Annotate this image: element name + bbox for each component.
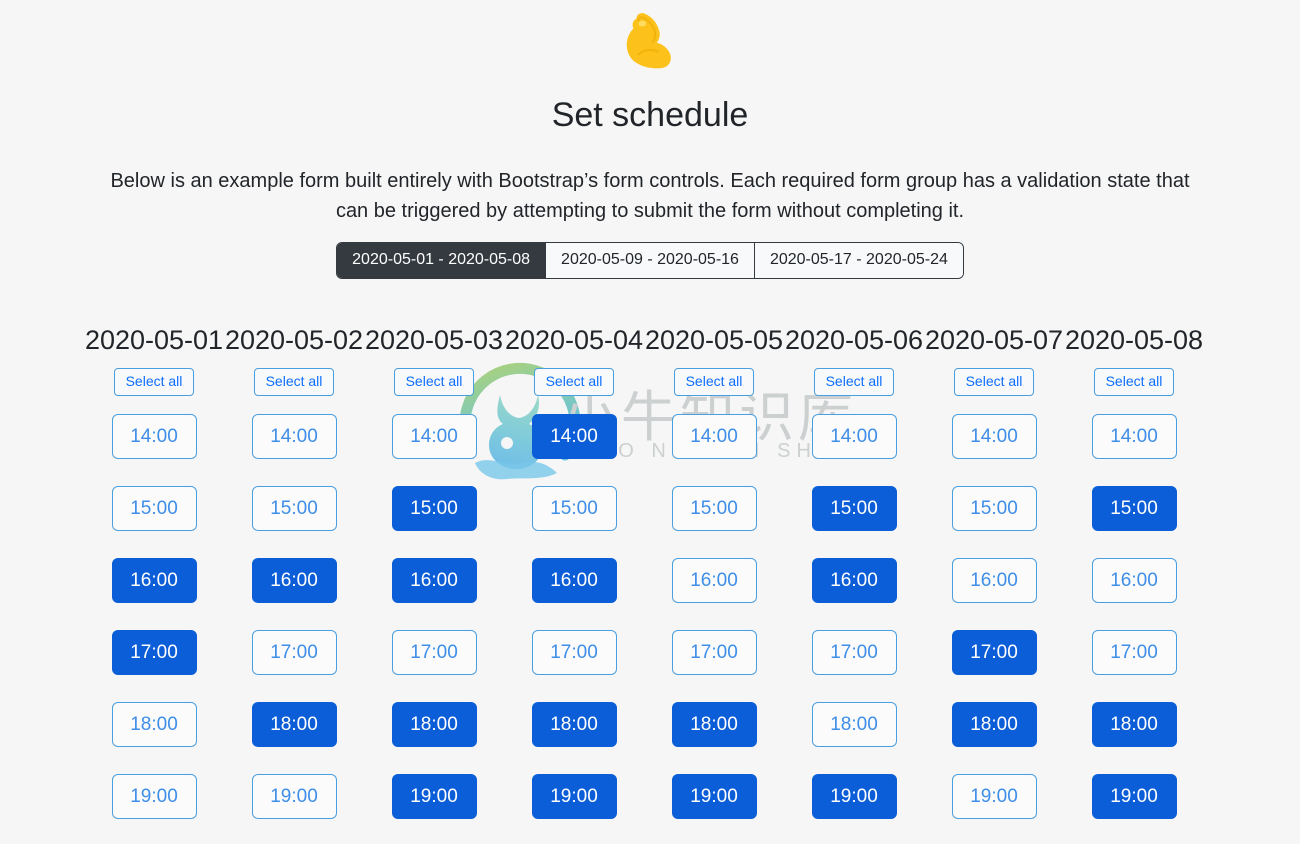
time-slot-button[interactable]: 18:00 [1091, 702, 1177, 747]
time-slot-button[interactable]: 15:00 [251, 486, 337, 531]
day-date-label: 2020-05-02 [224, 325, 364, 355]
time-slot-button[interactable]: 19:00 [1091, 774, 1177, 819]
time-slot-button[interactable]: 14:00 [391, 414, 477, 459]
time-slot-button[interactable]: 19:00 [111, 774, 197, 819]
tab-date-range-2[interactable]: 2020-05-09 - 2020-05-16 [546, 243, 755, 278]
time-slot-button[interactable]: 15:00 [111, 486, 197, 531]
time-slot-button[interactable]: 18:00 [531, 702, 617, 747]
time-slot-button[interactable]: 16:00 [251, 558, 337, 603]
date-range-tabs: 2020-05-01 - 2020-05-08 2020-05-09 - 2020… [0, 243, 1300, 278]
time-slot-button[interactable]: 17:00 [251, 630, 337, 675]
time-slot-button[interactable]: 17:00 [1091, 630, 1177, 675]
day-column: 2020-05-07 Select all 14:00 15:00 16:00 17:00… [924, 322, 1064, 844]
day-column: 2020-05-04 Select all 14:00 15:00 16:00 17:00… [504, 322, 644, 844]
time-slot-button[interactable]: 16:00 [951, 558, 1037, 603]
select-all-button[interactable]: Select all [953, 368, 1035, 396]
time-slot-button[interactable]: 17:00 [531, 630, 617, 675]
time-slot-button[interactable]: 18:00 [811, 702, 897, 747]
time-slot-button[interactable]: 17:00 [111, 630, 197, 675]
day-column: 2020-05-03 Select all 14:00 15:00 16:00 17:00… [364, 322, 504, 844]
time-slot-button[interactable]: 15:00 [811, 486, 897, 531]
day-column: 2020-05-02 Select all 14:00 15:00 16:00 17:00… [224, 322, 364, 844]
time-slot-button[interactable]: 17:00 [951, 630, 1037, 675]
select-all-button[interactable]: Select all [253, 368, 335, 396]
time-slot-button[interactable]: 16:00 [391, 558, 477, 603]
day-date-label: 2020-05-05 [644, 325, 784, 355]
day-date-label: 2020-05-03 [364, 325, 504, 355]
time-slot-button[interactable]: 16:00 [671, 558, 757, 603]
select-all-button[interactable]: Select all [1093, 368, 1175, 396]
time-slot-button[interactable]: 15:00 [531, 486, 617, 531]
time-slot-button[interactable]: 15:00 [391, 486, 477, 531]
tab-date-range-3[interactable]: 2020-05-17 - 2020-05-24 [754, 243, 963, 278]
tab-group: 2020-05-01 - 2020-05-08 2020-05-09 - 2020… [337, 243, 963, 278]
time-slot-button[interactable]: 14:00 [951, 414, 1037, 459]
select-all-button[interactable]: Select all [393, 368, 475, 396]
time-slot-button[interactable]: 14:00 [111, 414, 197, 459]
time-slot-button[interactable]: 14:00 [1091, 414, 1177, 459]
day-column: 2020-05-06 Select all 14:00 15:00 16:00 17:00… [784, 322, 924, 844]
time-slot-button[interactable]: 15:00 [1091, 486, 1177, 531]
time-slot-button[interactable]: 16:00 [531, 558, 617, 603]
day-date-label: 2020-05-06 [784, 325, 924, 355]
select-all-button[interactable]: Select all [673, 368, 755, 396]
time-slot-button[interactable]: 19:00 [531, 774, 617, 819]
select-all-button[interactable]: Select all [533, 368, 615, 396]
time-slot-button[interactable]: 19:00 [251, 774, 337, 819]
time-slot-button[interactable]: 14:00 [531, 414, 617, 459]
time-slot-button[interactable]: 15:00 [951, 486, 1037, 531]
time-slot-button[interactable]: 14:00 [251, 414, 337, 459]
day-date-label: 2020-05-04 [504, 325, 644, 355]
flexed-biceps-icon [626, 13, 671, 69]
time-slot-button[interactable]: 16:00 [811, 558, 897, 603]
time-slot-button[interactable]: 16:00 [111, 558, 197, 603]
time-slot-button[interactable]: 18:00 [251, 702, 337, 747]
time-slot-button[interactable]: 19:00 [391, 774, 477, 819]
time-slot-button[interactable]: 17:00 [671, 630, 757, 675]
time-slot-button[interactable]: 19:00 [671, 774, 757, 819]
day-date-label: 2020-05-07 [924, 325, 1064, 355]
time-slot-button[interactable]: 14:00 [671, 414, 757, 459]
page-root: 小牛知识库 XIAO NIU ZHI SHI KU Set schedule B… [0, 0, 1300, 844]
day-column: 2020-05-08 Select all 14:00 15:00 16:00 17:00… [1064, 322, 1204, 844]
day-column: 2020-05-05 Select all 14:00 15:00 16:00 17:00… [644, 322, 784, 844]
select-all-button[interactable]: Select all [813, 368, 895, 396]
day-date-label: 2020-05-01 [84, 325, 224, 355]
day-column: 2020-05-01 Select all 14:00 15:00 16:00 17:00… [84, 322, 224, 844]
time-slot-button[interactable]: 19:00 [811, 774, 897, 819]
page-title: Set schedule [551, 96, 749, 134]
day-date-label: 2020-05-08 [1064, 325, 1204, 355]
time-slot-button[interactable]: 18:00 [671, 702, 757, 747]
page-description: Below is an example form built entirely … [110, 170, 1190, 222]
time-slot-button[interactable]: 18:00 [391, 702, 477, 747]
time-slot-button[interactable]: 19:00 [951, 774, 1037, 819]
select-all-button[interactable]: Select all [113, 368, 195, 396]
time-slot-button[interactable]: 17:00 [811, 630, 897, 675]
time-slot-button[interactable]: 17:00 [391, 630, 477, 675]
time-slot-button[interactable]: 14:00 [811, 414, 897, 459]
time-slot-button[interactable]: 15:00 [671, 486, 757, 531]
flexed-biceps-emoji [0, 6, 1300, 71]
tab-date-range-1[interactable]: 2020-05-01 - 2020-05-08 [337, 243, 547, 278]
schedule-grid: 2020-05-01 Select all 14:00 15:00 16:00 17:00… [84, 322, 1216, 844]
time-slot-button[interactable]: 16:00 [1091, 558, 1177, 603]
time-slot-button[interactable]: 18:00 [111, 702, 197, 747]
time-slot-button[interactable]: 18:00 [951, 702, 1037, 747]
